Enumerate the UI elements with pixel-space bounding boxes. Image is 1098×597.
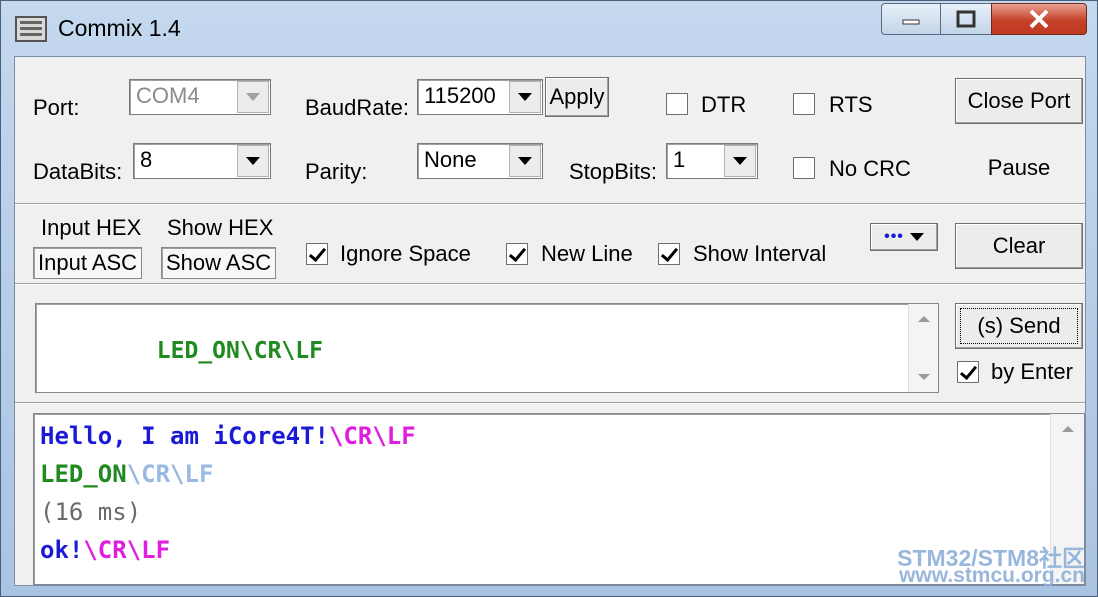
watermark-url: www.stmcu.org.cn — [899, 564, 1085, 587]
dtr-label: DTR — [701, 92, 747, 117]
databits-label: DataBits: — [33, 159, 123, 184]
commix-window: Commix 1.4 Port: COM4 BaudRate: 115200 A… — [0, 0, 1098, 597]
parity-select[interactable]: None — [417, 143, 543, 179]
send-button[interactable]: (s) Send — [955, 303, 1083, 349]
apply-button[interactable]: Apply — [545, 77, 609, 117]
stopbits-label: StopBits: — [569, 159, 658, 184]
send-input[interactable]: LED_ON\CR\LF — [35, 303, 939, 393]
parity-label: Parity: — [305, 159, 368, 184]
chevron-down-icon — [237, 145, 269, 177]
show-interval-checkbox[interactable] — [658, 243, 680, 265]
main-panel: Port: COM4 BaudRate: 115200 Apply DTR RT… — [14, 56, 1086, 586]
terminal-icon — [15, 16, 47, 42]
scroll-up-icon[interactable] — [1062, 426, 1074, 432]
output-line: ok!\CR\LF — [40, 536, 170, 564]
output-control-chars: \CR\LF — [126, 460, 214, 488]
input-asc-toggle[interactable]: Input ASC — [33, 247, 143, 279]
close-port-button[interactable]: Close Port — [955, 78, 1083, 124]
send-input-text: LED_ON\CR\LF — [46, 312, 323, 390]
port-select[interactable]: COM4 — [129, 79, 271, 115]
rts-label: RTS — [829, 92, 873, 117]
output-interval: (16 ms) — [40, 498, 142, 526]
by-enter-checkbox[interactable] — [957, 361, 979, 383]
databits-value: 8 — [140, 147, 153, 172]
show-interval-label: Show Interval — [693, 241, 827, 266]
maximize-button[interactable] — [940, 3, 992, 35]
no-crc-checkbox[interactable] — [793, 157, 815, 179]
port-value: COM4 — [136, 83, 200, 108]
rts-checkbox[interactable] — [793, 93, 815, 115]
more-icon: ••• — [884, 228, 904, 245]
new-line-label: New Line — [541, 241, 633, 266]
maximize-icon — [956, 10, 976, 28]
title-bar[interactable]: Commix 1.4 — [1, 1, 1097, 53]
dtr-checkbox[interactable] — [666, 93, 688, 115]
chevron-down-icon — [237, 81, 269, 113]
output-control-chars: \CR\LF — [328, 422, 416, 450]
output-received-text: Hello, I am iCore4T! — [40, 422, 329, 450]
show-hex-toggle[interactable]: Show HEX — [163, 213, 277, 245]
scroll-up-icon[interactable] — [918, 316, 930, 322]
window-title: Commix 1.4 — [58, 15, 181, 41]
databits-select[interactable]: 8 — [133, 143, 271, 179]
show-asc-toggle[interactable]: Show ASC — [161, 247, 277, 279]
chevron-down-icon — [724, 145, 756, 177]
send-input-command: LED_ON — [156, 338, 240, 364]
divider — [15, 203, 1085, 205]
no-crc-label: No CRC — [829, 156, 911, 181]
close-window-button[interactable] — [991, 3, 1087, 35]
output-control-chars: \CR\LF — [83, 536, 171, 564]
output-line: Hello, I am iCore4T!\CR\LF — [40, 422, 416, 450]
input-hex-toggle[interactable]: Input HEX — [37, 213, 145, 245]
pause-button[interactable]: Pause — [955, 145, 1083, 191]
more-options-button[interactable]: ••• — [870, 223, 938, 251]
scroll-down-icon[interactable] — [918, 374, 930, 380]
output-sent-text: LED_ON — [40, 460, 127, 488]
parity-value: None — [424, 147, 477, 172]
chevron-down-icon — [909, 233, 924, 241]
send-input-control-chars: \CR\LF — [239, 338, 323, 364]
minimize-icon — [902, 19, 920, 25]
ignore-space-checkbox[interactable] — [306, 243, 328, 265]
chevron-down-icon — [509, 145, 541, 177]
baudrate-label: BaudRate: — [305, 95, 409, 120]
output-line: LED_ON\CR\LF — [40, 460, 213, 488]
stopbits-value: 1 — [673, 147, 686, 172]
new-line-checkbox[interactable] — [506, 243, 528, 265]
send-input-scrollbar[interactable] — [908, 304, 938, 392]
output-received-text: ok! — [40, 536, 84, 564]
port-label: Port: — [33, 95, 80, 120]
clear-button[interactable]: Clear — [955, 223, 1083, 269]
chevron-down-icon — [509, 81, 541, 113]
ignore-space-label: Ignore Space — [340, 241, 471, 266]
close-icon — [1029, 9, 1049, 29]
baudrate-value: 115200 — [424, 83, 496, 108]
divider — [15, 402, 1085, 404]
stopbits-select[interactable]: 1 — [666, 143, 758, 179]
baudrate-select[interactable]: 115200 — [417, 79, 543, 115]
minimize-button[interactable] — [881, 3, 941, 35]
by-enter-label: by Enter — [991, 359, 1073, 384]
divider — [15, 283, 1085, 285]
